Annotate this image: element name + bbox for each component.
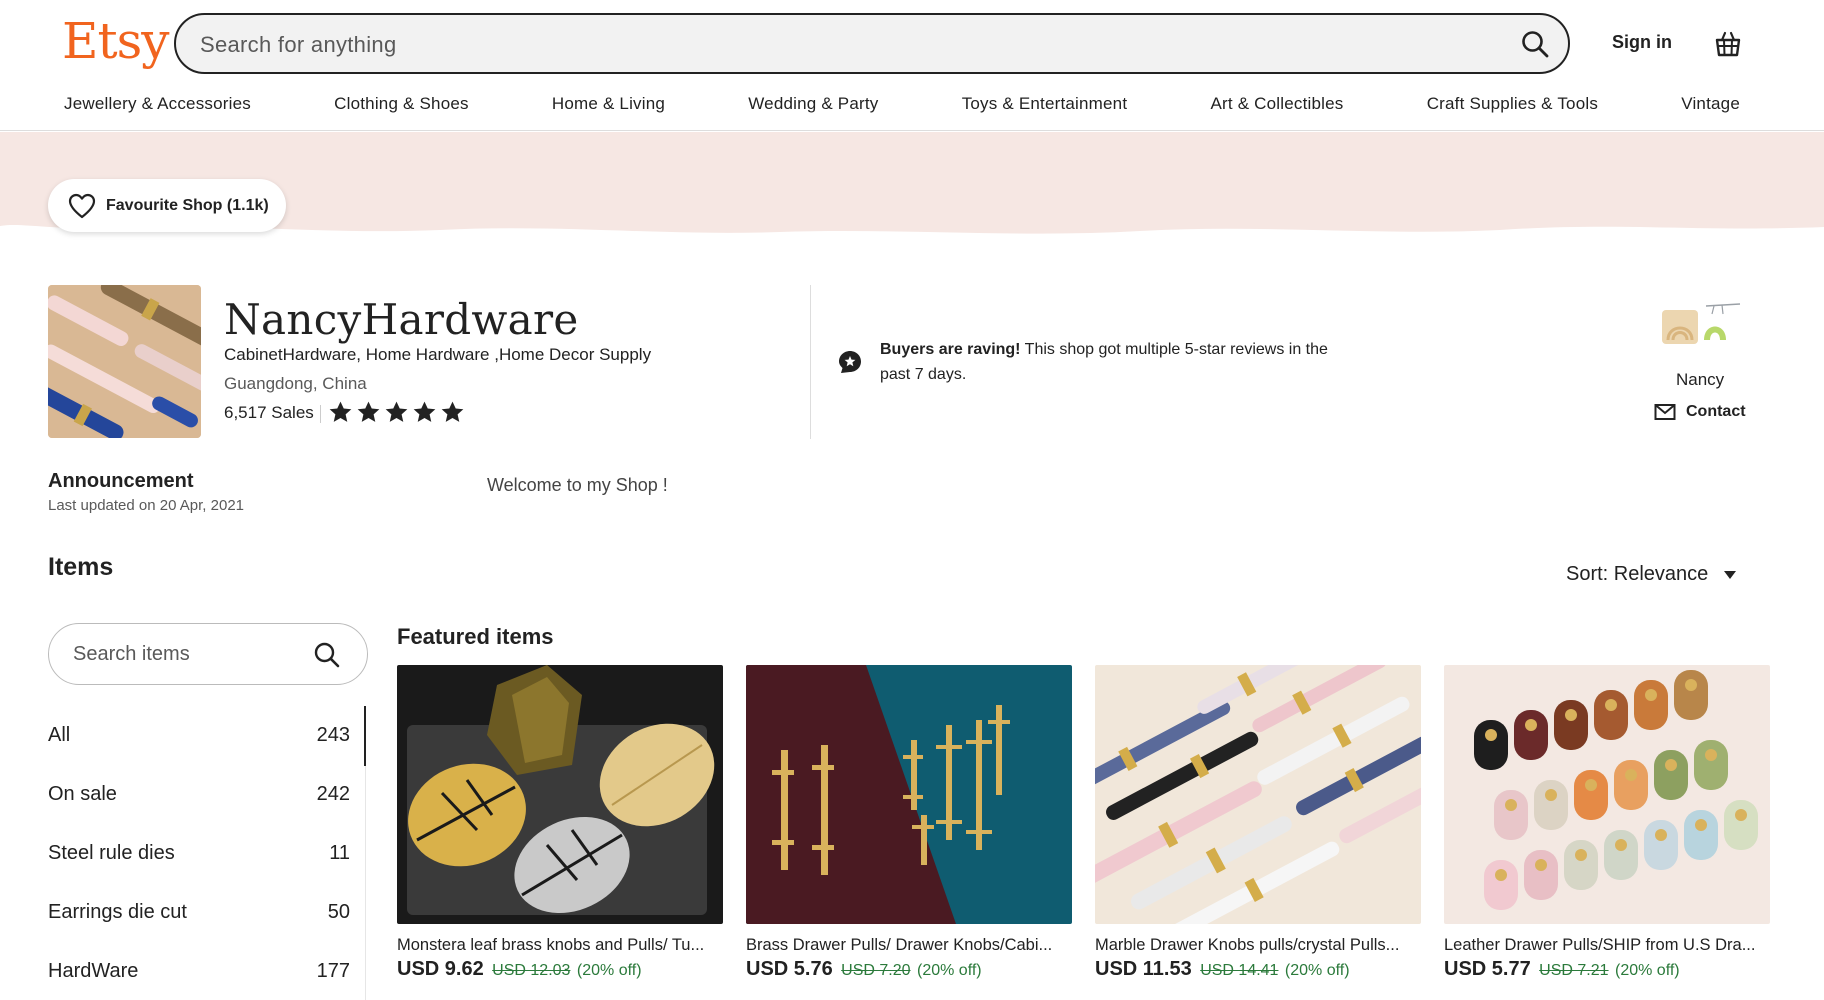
listing-title[interactable]: Brass Drawer Pulls/ Drawer Knobs/Cabi... xyxy=(746,936,1072,955)
search-bar[interactable]: Search for anything xyxy=(174,13,1570,74)
sort-dropdown[interactable]: Sort: Relevance xyxy=(1566,563,1737,586)
announcement-title: Announcement xyxy=(48,470,194,492)
favourite-shop-label: Favourite Shop (1.1k) xyxy=(106,196,269,214)
category-link[interactable]: Clothing & Shoes xyxy=(334,94,469,114)
shop-logo-image xyxy=(48,285,201,438)
search-icon[interactable] xyxy=(313,641,341,669)
section-item-steel-rule-dies[interactable]: Steel rule dies 11 xyxy=(48,824,366,883)
buyers-raving-message: Buyers are raving! This shop got multipl… xyxy=(880,337,1360,387)
original-price: USD 12.03 xyxy=(492,962,571,979)
search-input[interactable]: Search for anything xyxy=(200,32,396,58)
heart-icon xyxy=(68,193,96,218)
current-price: USD 11.53 xyxy=(1095,958,1192,980)
owner-name[interactable]: Nancy xyxy=(1676,370,1724,390)
basket-icon xyxy=(1715,31,1741,57)
listing-price: USD 5.76 USD 7.20 (20% off) xyxy=(746,958,1072,981)
category-link[interactable]: Toys & Entertainment xyxy=(962,94,1128,114)
listing-title[interactable]: Marble Drawer Knobs pulls/crystal Pulls.… xyxy=(1095,936,1421,955)
section-item-hardware[interactable]: HardWare 177 xyxy=(48,942,366,1000)
category-link[interactable]: Art & Collectibles xyxy=(1210,94,1343,114)
section-label: Steel rule dies xyxy=(48,842,175,864)
contact-button[interactable]: Contact xyxy=(1654,403,1746,421)
category-link[interactable]: Wedding & Party xyxy=(748,94,878,114)
original-price: USD 7.20 xyxy=(841,962,911,979)
discount-label: (20% off) xyxy=(1615,962,1680,979)
discount-label: (20% off) xyxy=(917,962,982,979)
listing-image[interactable] xyxy=(1095,665,1421,924)
section-count: 50 xyxy=(327,901,350,923)
shop-rating[interactable] xyxy=(328,400,465,425)
current-price: USD 9.62 xyxy=(397,958,484,980)
listing-image[interactable] xyxy=(1444,665,1770,924)
star-badge-icon xyxy=(839,351,861,373)
star-icon xyxy=(441,401,464,422)
star-icon xyxy=(357,401,380,422)
items-heading: Items xyxy=(48,553,114,581)
owner-avatar[interactable] xyxy=(1660,300,1744,350)
listing-price: USD 9.62 USD 12.03 (20% off) xyxy=(397,958,723,981)
section-label: All xyxy=(48,724,71,746)
shop-sales-count: 6,517 Sales xyxy=(224,403,314,422)
listing-image[interactable] xyxy=(397,665,723,924)
star-icon xyxy=(413,401,436,422)
section-label: Earrings die cut xyxy=(48,901,187,923)
search-icon xyxy=(1522,31,1549,58)
listing-image[interactable] xyxy=(746,665,1072,924)
listing-price: USD 11.53 USD 14.41 (20% off) xyxy=(1095,958,1421,981)
current-price: USD 5.77 xyxy=(1444,958,1531,980)
section-list: All 243 On sale 242 Steel rule dies 11 E… xyxy=(48,706,366,1000)
envelope-icon xyxy=(1654,404,1676,420)
listing-card[interactable]: Leather Drawer Pulls/SHIP from U.S Dra..… xyxy=(1444,665,1770,981)
sign-in-link[interactable]: Sign in xyxy=(1612,32,1672,53)
cart-button[interactable] xyxy=(1708,24,1748,64)
section-item-on-sale[interactable]: On sale 242 xyxy=(48,765,366,824)
etsy-logo[interactable]: Etsy xyxy=(62,12,169,70)
listing-price: USD 5.77 USD 7.21 (20% off) xyxy=(1444,958,1770,981)
shop-name: NancyHardware xyxy=(224,295,579,344)
announcement-message: Welcome to my Shop ! xyxy=(487,475,668,495)
category-nav: Jewellery & Accessories Clothing & Shoes… xyxy=(64,94,1740,114)
section-label: HardWare xyxy=(48,960,139,982)
listing-title[interactable]: Leather Drawer Pulls/SHIP from U.S Dra..… xyxy=(1444,936,1770,955)
announcement-date: Last updated on 20 Apr, 2021 xyxy=(48,497,245,514)
sort-label: Sort: Relevance xyxy=(1566,563,1709,585)
star-icon xyxy=(329,401,352,422)
original-price: USD 7.21 xyxy=(1539,962,1609,979)
caret-down-icon xyxy=(1724,570,1737,579)
category-link[interactable]: Jewellery & Accessories xyxy=(64,94,251,114)
contact-label: Contact xyxy=(1686,403,1746,420)
section-count: 11 xyxy=(329,842,350,864)
shop-tagline: CabinetHardware, Home Hardware ,Home Dec… xyxy=(224,345,652,364)
item-search-field[interactable]: Search items xyxy=(48,623,368,685)
star-icon xyxy=(385,401,408,422)
section-count: 242 xyxy=(316,783,350,805)
listing-card[interactable]: Brass Drawer Pulls/ Drawer Knobs/Cabi...… xyxy=(746,665,1072,981)
site-header: Etsy Search for anything Sign in Jewelle… xyxy=(0,0,1824,131)
discount-label: (20% off) xyxy=(1284,962,1350,979)
current-price: USD 5.76 xyxy=(746,958,833,980)
search-button[interactable] xyxy=(1512,21,1558,67)
discount-label: (20% off) xyxy=(576,962,642,979)
raving-headline: Buyers are raving! xyxy=(880,341,1021,358)
category-link[interactable]: Craft Supplies & Tools xyxy=(1427,94,1598,114)
divider xyxy=(810,285,811,439)
section-item-all[interactable]: All 243 xyxy=(48,706,366,765)
listing-card[interactable]: Marble Drawer Knobs pulls/crystal Pulls.… xyxy=(1095,665,1421,981)
section-item-earrings-die-cut[interactable]: Earrings die cut 50 xyxy=(48,883,366,942)
original-price: USD 14.41 xyxy=(1200,962,1279,979)
section-count: 243 xyxy=(316,724,350,746)
divider xyxy=(320,405,321,423)
shop-location: Guangdong, China xyxy=(224,374,367,393)
item-search-input[interactable]: Search items xyxy=(73,643,190,666)
featured-items-heading: Featured items xyxy=(397,624,554,649)
category-link[interactable]: Vintage xyxy=(1681,94,1740,114)
favourite-shop-button[interactable]: Favourite Shop (1.1k) xyxy=(48,179,286,232)
category-link[interactable]: Home & Living xyxy=(552,94,665,114)
section-count: 177 xyxy=(316,960,350,982)
listing-card[interactable]: Monstera leaf brass knobs and Pulls/ Tu.… xyxy=(397,665,723,981)
listing-title[interactable]: Monstera leaf brass knobs and Pulls/ Tu.… xyxy=(397,936,723,955)
section-label: On sale xyxy=(48,783,117,805)
